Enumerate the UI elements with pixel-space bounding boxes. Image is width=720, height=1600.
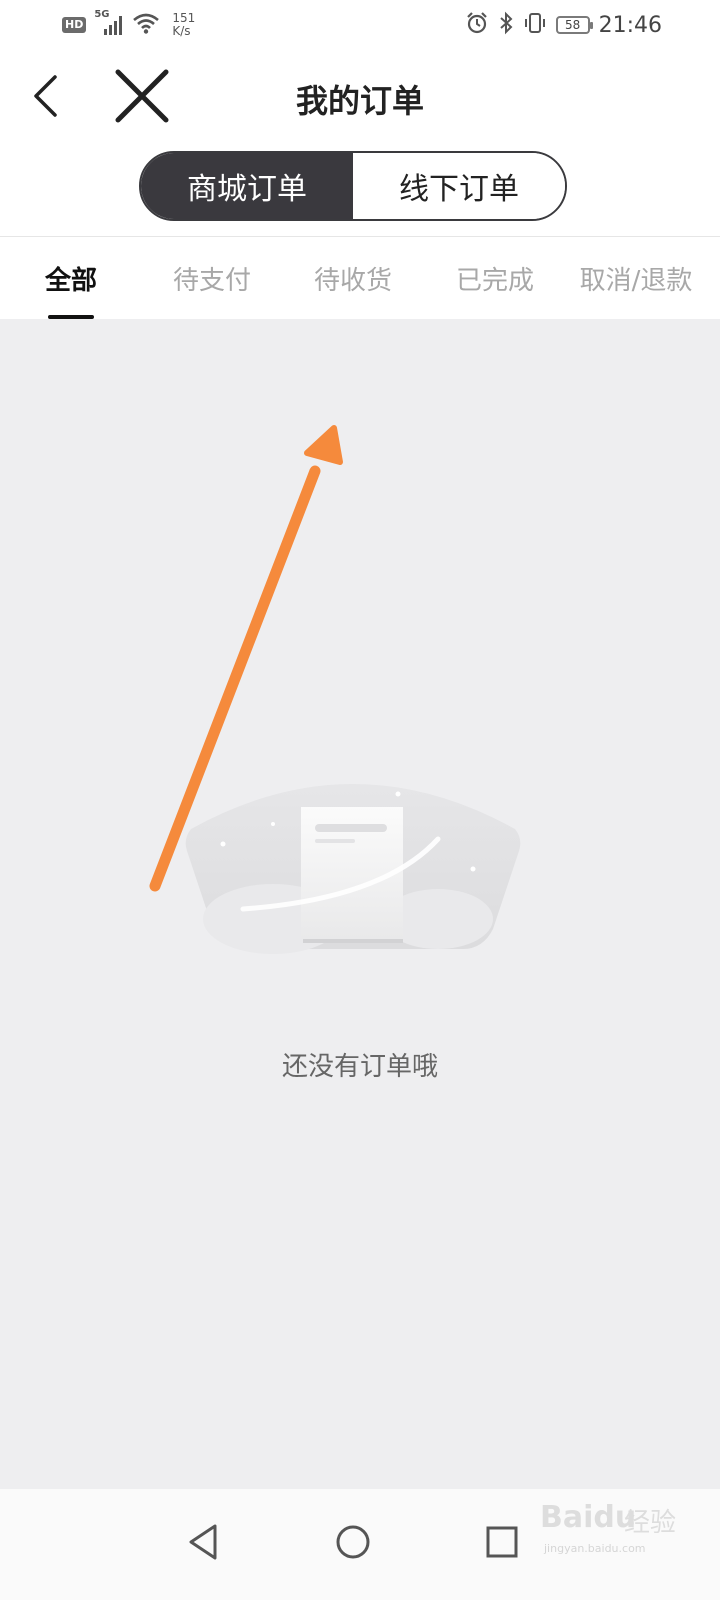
tab-pending-receipt[interactable]: 待收货	[282, 237, 424, 319]
vibrate-icon	[523, 11, 547, 39]
tab-completed[interactable]: 已完成	[424, 237, 566, 319]
tab-cancelled-refund[interactable]: 取消/退款	[566, 237, 706, 319]
order-source-switch: 商城订单 线下订单	[139, 151, 567, 221]
order-status-tabs: 全部 待支付 待收货 已完成 取消/退款	[0, 237, 720, 319]
bluetooth-icon	[498, 11, 514, 39]
hd-badge: HD	[62, 17, 87, 33]
watermark-label: 经验	[624, 1508, 677, 1538]
battery-icon: 58	[555, 16, 593, 34]
square-recents-icon	[486, 1526, 518, 1558]
empty-orders-illustration	[185, 784, 521, 954]
watermark-brand-part1: Bai	[540, 1500, 594, 1535]
watermark-url: jingyan.baidu.com	[544, 1542, 646, 1555]
status-time: 21:46	[598, 12, 662, 38]
battery-level: 58	[564, 18, 581, 32]
tab-pending-payment[interactable]: 待支付	[142, 237, 282, 319]
system-recents-button[interactable]	[467, 1507, 537, 1577]
baidu-jingyan-watermark: Baidu 经验 jingyan.baidu.com	[540, 1494, 680, 1564]
status-left: HD 5G 151 K/s	[62, 8, 195, 42]
segment-offline-orders[interactable]: 线下订单	[353, 153, 565, 219]
page-title: 我的订单	[295, 82, 424, 120]
signal-icon: 5G	[94, 9, 124, 37]
system-home-button[interactable]	[318, 1507, 388, 1577]
network-speed-unit: K/s	[172, 24, 191, 38]
triangle-back-icon	[189, 1524, 217, 1560]
tab-all[interactable]: 全部	[0, 237, 142, 319]
segment-mall-orders[interactable]: 商城订单	[141, 153, 353, 219]
alarm-icon	[465, 11, 489, 39]
wifi-icon	[132, 11, 160, 39]
navigation-bar: 我的订单	[0, 48, 720, 144]
watermark-brand: Baidu	[540, 1500, 636, 1535]
network-speed: 151 K/s	[172, 12, 195, 38]
order-list-area[interactable]: 还没有订单哦	[0, 319, 720, 1489]
circle-home-icon	[336, 1525, 370, 1559]
system-back-button[interactable]	[168, 1507, 238, 1577]
status-right: 58 21:46	[465, 8, 662, 42]
empty-orders-message: 还没有订单哦	[281, 1052, 438, 1082]
status-bar: HD 5G 151 K/s 58 21:46	[0, 0, 720, 48]
